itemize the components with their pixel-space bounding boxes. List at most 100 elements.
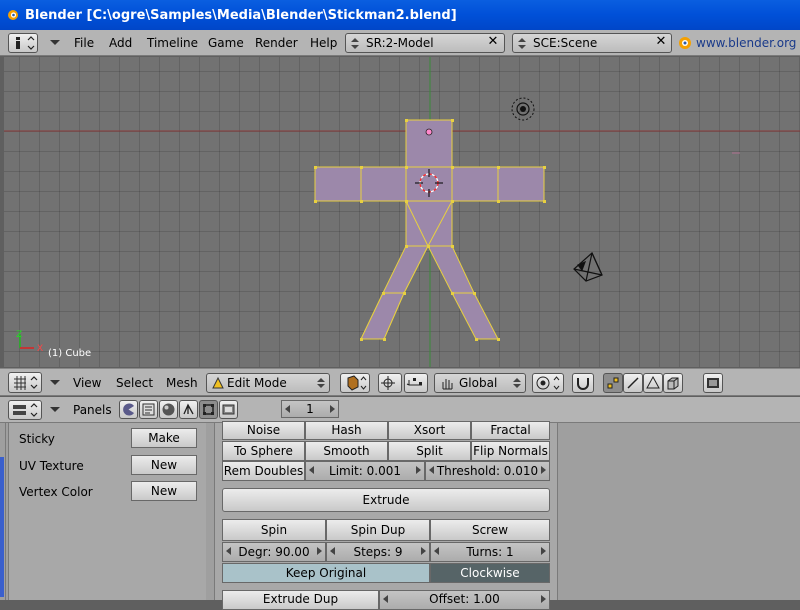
screen-name: SR:2-Model — [366, 36, 434, 50]
flip-normals-button[interactable]: Flip Normals — [471, 441, 550, 461]
delete-scene-close-icon[interactable]: ✕ — [653, 35, 669, 51]
snap-button[interactable] — [572, 373, 594, 393]
top-menu-bar: File Add Timeline Game Render Help SR:2-… — [0, 30, 800, 56]
window-type-button[interactable] — [8, 372, 42, 393]
offset-field[interactable]: Offset: 1.00 — [379, 590, 550, 610]
clockwise-toggle[interactable]: Clockwise — [430, 563, 550, 583]
smooth-button[interactable]: Smooth — [305, 441, 388, 461]
orientation-name: Global — [459, 376, 498, 390]
svg-text:Z: Z — [16, 330, 22, 340]
steps-field[interactable]: Steps: 9 — [326, 542, 430, 562]
edge-select-icon — [627, 377, 639, 389]
lamp-icon — [511, 97, 535, 121]
vertex-color-new-button[interactable]: New — [131, 481, 197, 501]
buttons-window: Sticky Make UV Texture New Vertex Color … — [0, 421, 800, 610]
split-button[interactable]: Split — [388, 441, 471, 461]
collapse-triangle-icon[interactable] — [50, 380, 60, 385]
active-object-label: (1) Cube — [48, 348, 92, 359]
keep-original-toggle[interactable]: Keep Original — [222, 563, 430, 583]
face-select-icon — [646, 375, 660, 389]
render-icon — [707, 378, 719, 388]
hash-button[interactable]: Hash — [305, 421, 388, 440]
uv-texture-new-button[interactable]: New — [131, 455, 197, 475]
orientation-selector[interactable]: Global — [434, 373, 526, 393]
object-context-button[interactable] — [179, 400, 198, 419]
to-sphere-button[interactable]: To Sphere — [222, 441, 305, 461]
grid-icon — [14, 376, 38, 390]
degr-field[interactable]: Degr: 90.00 — [222, 542, 326, 562]
editing-square-icon — [203, 404, 214, 415]
face-select-mode-button[interactable] — [643, 373, 663, 393]
turns-field[interactable]: Turns: 1 — [430, 542, 550, 562]
shading-context-button[interactable] — [159, 400, 178, 419]
edge-select-mode-button[interactable] — [623, 373, 643, 393]
rem-doubles-button[interactable]: Rem Doubles — [222, 461, 305, 481]
screen-selector[interactable]: SR:2-Model — [345, 33, 505, 53]
updown-arrows-icon — [317, 378, 325, 388]
steps-value: Steps: 9 — [353, 545, 403, 559]
frame-number: 1 — [306, 402, 314, 416]
info-window-type-button[interactable] — [8, 33, 38, 53]
sticky-label: Sticky — [19, 432, 55, 446]
magnet-icon — [577, 378, 589, 390]
buttons-window-icon — [13, 403, 38, 417]
mode-selector[interactable]: Edit Mode — [206, 373, 330, 393]
delete-screen-close-icon[interactable]: ✕ — [485, 35, 501, 51]
sticky-make-button[interactable]: Make — [131, 428, 197, 448]
extrude-button[interactable]: Extrude — [222, 488, 550, 512]
pivot-icon — [381, 376, 395, 390]
window-type-button[interactable] — [8, 400, 42, 420]
proportional-edit-icon — [536, 376, 560, 390]
spin-dup-button[interactable]: Spin Dup — [326, 519, 430, 541]
menu-add[interactable]: Add — [109, 36, 132, 50]
scene-context-button[interactable] — [219, 400, 238, 419]
logic-context-button[interactable] — [119, 400, 138, 419]
blender-logo-icon — [8, 10, 18, 20]
script-icon — [142, 403, 155, 416]
3d-viewport[interactable]: Z X (1) Cube — [4, 57, 800, 367]
menu-timeline[interactable]: Timeline — [147, 36, 198, 50]
screw-button[interactable]: Screw — [430, 519, 550, 541]
updown-arrows-icon — [518, 38, 526, 49]
image-icon — [222, 404, 235, 415]
cube-outline-icon — [667, 377, 679, 390]
spin-button[interactable]: Spin — [222, 519, 326, 541]
draw-type-button[interactable] — [340, 373, 370, 393]
mesh-panel: Sticky Make UV Texture New Vertex Color … — [8, 423, 206, 600]
transform-manipulator-button[interactable] — [404, 373, 428, 393]
collapse-triangle-icon[interactable] — [50, 407, 60, 412]
edit-mode-icon — [212, 377, 224, 389]
collapse-triangle-icon[interactable] — [50, 40, 60, 45]
noise-button[interactable]: Noise — [222, 421, 305, 440]
mesh-tools-panel: Noise Hash Xsort Fractal To Sphere Smoot… — [214, 421, 558, 610]
pivot-button[interactable] — [378, 373, 402, 393]
menu-select[interactable]: Select — [116, 376, 153, 390]
menu-view[interactable]: View — [73, 376, 101, 390]
panels-label[interactable]: Panels — [73, 403, 112, 417]
render-button[interactable] — [703, 373, 723, 393]
extrude-dup-button[interactable]: Extrude Dup — [222, 590, 379, 610]
limit-field[interactable]: Limit: 0.001 — [305, 461, 425, 481]
vertex-select-mode-button[interactable] — [603, 373, 623, 393]
proportional-edit-button[interactable] — [532, 373, 564, 393]
scene-name: SCE:Scene — [533, 36, 598, 50]
viewport-scene: Z X — [4, 57, 800, 367]
cube-solid-icon — [347, 375, 367, 391]
menu-mesh[interactable]: Mesh — [166, 376, 198, 390]
window-title-bar: Blender [C:\ogre\Samples\Media\Blender\S… — [0, 0, 800, 30]
script-context-button[interactable] — [139, 400, 158, 419]
frame-number-field[interactable]: 1 — [281, 400, 339, 418]
editing-context-button[interactable] — [199, 400, 218, 419]
threshold-field[interactable]: Threshold: 0.010 — [425, 461, 550, 481]
pacman-icon — [123, 403, 134, 416]
menu-help[interactable]: Help — [310, 36, 337, 50]
updown-arrows-icon — [513, 378, 521, 388]
xsort-button[interactable]: Xsort — [388, 421, 471, 440]
menu-render[interactable]: Render — [255, 36, 298, 50]
scene-selector[interactable]: SCE:Scene — [512, 33, 672, 53]
updown-arrows-icon — [351, 38, 359, 49]
menu-file[interactable]: File — [74, 36, 94, 50]
limit-selection-visible-button[interactable] — [663, 373, 683, 393]
menu-game[interactable]: Game — [208, 36, 244, 50]
fractal-button[interactable]: Fractal — [471, 421, 550, 440]
